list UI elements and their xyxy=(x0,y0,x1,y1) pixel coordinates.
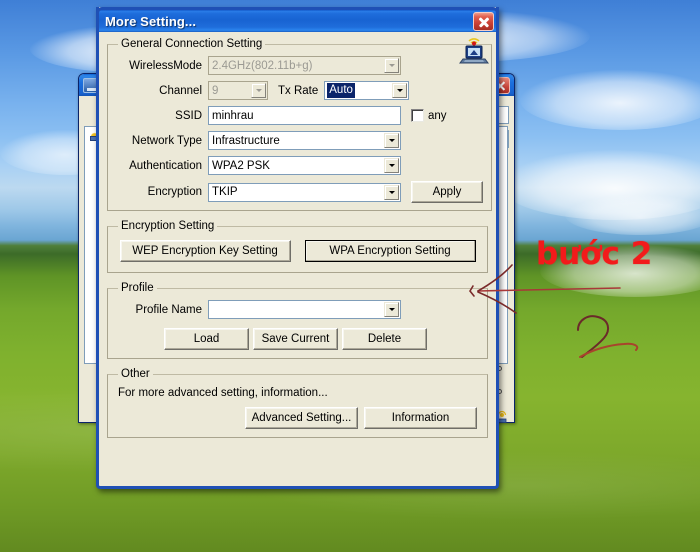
hand-drawn-two xyxy=(579,342,639,358)
more-setting-dialog: More Setting... General Connection Setti… xyxy=(96,7,499,489)
close-icon[interactable] xyxy=(473,11,494,31)
apply-button[interactable]: Apply xyxy=(411,181,483,203)
channel-select[interactable]: 9 xyxy=(208,81,268,100)
information-button[interactable]: Information xyxy=(364,407,477,429)
delete-button[interactable]: Delete xyxy=(342,328,427,350)
hand-drawn-two xyxy=(577,315,610,358)
other-group: Other For more advanced setting, informa… xyxy=(107,368,488,438)
tx-rate-label: Tx Rate xyxy=(278,84,319,97)
other-buttons-row: Advanced Setting... Information xyxy=(116,407,479,429)
chevron-down-icon[interactable] xyxy=(384,133,399,148)
encryption-select[interactable]: TKIP xyxy=(208,182,401,202)
tx-rate-select[interactable]: Auto xyxy=(324,81,410,100)
any-checkbox-wrap[interactable]: any xyxy=(411,109,447,122)
cloud xyxy=(540,245,700,297)
channel-label: Channel xyxy=(159,84,202,97)
ssid-input[interactable]: minhrau xyxy=(208,106,401,125)
wpa-encryption-setting-button[interactable]: WPA Encryption Setting xyxy=(304,240,476,262)
channel-value: 9 xyxy=(212,84,219,97)
dialog-title: More Setting... xyxy=(105,13,197,29)
authentication-label: Authentication xyxy=(129,159,202,172)
dialog-body: General Connection Setting WirelessMode … xyxy=(99,32,496,446)
any-label: any xyxy=(428,109,447,122)
wireless-mode-row: WirelessMode 2.4GHz(802.11b+g) xyxy=(116,56,483,75)
network-type-select[interactable]: Infrastructure xyxy=(208,131,401,150)
profile-legend: Profile xyxy=(121,282,154,294)
chevron-down-icon[interactable] xyxy=(251,83,266,98)
ssid-label: SSID xyxy=(175,109,202,122)
cloud xyxy=(565,195,700,235)
chevron-down-icon[interactable] xyxy=(384,302,399,317)
encryption-value: TKIP xyxy=(212,186,238,198)
desktop: More Setting... General Connection Setti… xyxy=(0,0,700,552)
profile-name-row: Profile Name xyxy=(116,300,479,319)
wireless-laptop-icon xyxy=(458,36,490,66)
encryption-setting-legend: Encryption Setting xyxy=(121,220,215,232)
profile-buttons-row: Load Save Current Delete xyxy=(116,328,479,350)
wireless-mode-label: WirelessMode xyxy=(129,59,202,72)
authentication-row: Authentication WPA2 PSK xyxy=(116,156,483,175)
tx-rate-value: Auto xyxy=(327,83,355,98)
ssid-row: SSID minhrau any xyxy=(116,106,483,125)
wep-encryption-key-setting-button[interactable]: WEP Encryption Key Setting xyxy=(119,240,291,262)
encryption-row: Encryption TKIP Apply xyxy=(116,181,483,203)
advanced-setting-button[interactable]: Advanced Setting... xyxy=(245,407,358,429)
encryption-label: Encryption xyxy=(147,186,202,198)
authentication-value: WPA2 PSK xyxy=(212,159,270,172)
network-type-value: Infrastructure xyxy=(212,134,280,147)
profile-group: Profile Profile Name Load Save Current D… xyxy=(107,282,488,359)
network-type-row: Network Type Infrastructure xyxy=(116,131,483,150)
chevron-down-icon[interactable] xyxy=(392,83,408,98)
other-legend: Other xyxy=(121,368,150,380)
other-description: For more advanced setting, information..… xyxy=(118,387,328,399)
general-connection-legend: General Connection Setting xyxy=(121,38,263,50)
profile-name-label: Profile Name xyxy=(135,303,202,316)
cloud xyxy=(520,70,700,130)
dialog-titlebar[interactable]: More Setting... xyxy=(96,7,499,32)
authentication-select[interactable]: WPA2 PSK xyxy=(208,156,401,175)
network-type-label: Network Type xyxy=(131,134,202,147)
load-button[interactable]: Load xyxy=(164,328,249,350)
channel-txrate-row: Channel 9 Tx Rate Auto xyxy=(116,81,483,100)
chevron-down-icon[interactable] xyxy=(384,58,399,73)
ssid-value: minhrau xyxy=(212,109,254,122)
chevron-down-icon[interactable] xyxy=(384,158,399,173)
general-connection-group: General Connection Setting WirelessMode … xyxy=(107,38,492,211)
profile-name-select[interactable] xyxy=(208,300,401,319)
any-checkbox[interactable] xyxy=(411,109,424,122)
wireless-mode-value: 2.4GHz(802.11b+g) xyxy=(212,59,313,72)
step-annotation-text: bước 2 xyxy=(536,236,653,272)
encryption-buttons-row: WEP Encryption Key Setting WPA Encryptio… xyxy=(116,238,479,264)
chevron-down-icon[interactable] xyxy=(384,184,399,200)
encryption-setting-group: Encryption Setting WEP Encryption Key Se… xyxy=(107,220,488,273)
save-current-button[interactable]: Save Current xyxy=(253,328,338,350)
wireless-mode-select[interactable]: 2.4GHz(802.11b+g) xyxy=(208,56,401,75)
cloud xyxy=(500,150,700,220)
